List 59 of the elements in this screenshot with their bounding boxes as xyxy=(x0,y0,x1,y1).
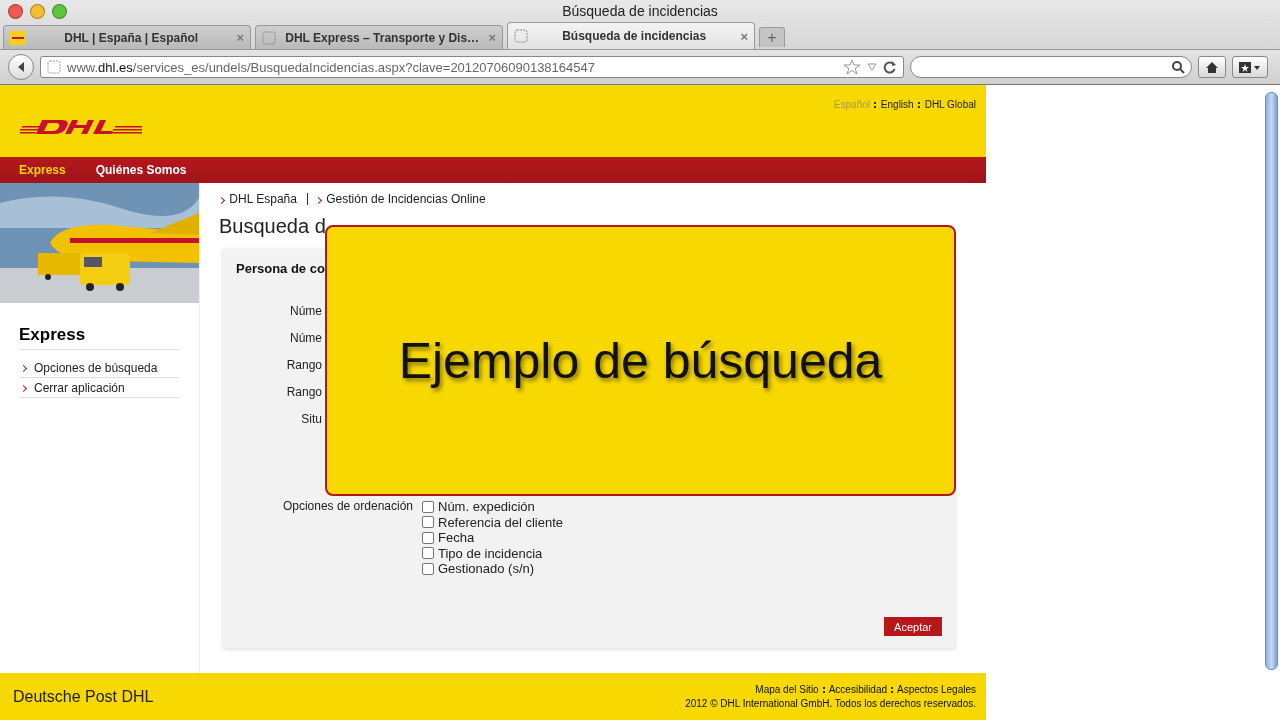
browser-tab[interactable]: DHL Express – Transporte y Dis… × xyxy=(255,25,503,49)
back-button[interactable] xyxy=(8,54,34,80)
reload-icon[interactable] xyxy=(883,60,897,74)
field-label: Núme xyxy=(290,304,322,318)
page-title: Busqueda d xyxy=(219,215,327,238)
close-tab-button[interactable]: × xyxy=(740,28,748,44)
checkbox[interactable] xyxy=(422,562,434,575)
section-title: Persona de co xyxy=(236,261,326,276)
checkbox-label: Tipo de incidencia xyxy=(438,545,543,561)
dhl-logo[interactable] xyxy=(20,118,142,136)
footer-link[interactable]: Aspectos Legales xyxy=(897,684,976,695)
checkbox-label: Núm. expedición xyxy=(438,499,535,515)
window-title: Búsqueda de incidencias xyxy=(562,3,718,19)
sidebar-heading: Express xyxy=(19,325,179,350)
checkbox[interactable] xyxy=(422,516,434,529)
checkbox-label: Fecha xyxy=(438,530,475,546)
close-button[interactable] xyxy=(8,3,23,19)
site-icon xyxy=(47,60,61,74)
browser-tab[interactable]: Búsqueda de incidencias × xyxy=(507,22,755,49)
checkbox[interactable] xyxy=(422,500,434,513)
checkbox-label: Referencia del cliente xyxy=(438,514,564,530)
bookmark-star-icon[interactable] xyxy=(843,59,861,75)
nav-tab[interactable]: Quiénes Somos xyxy=(95,163,187,177)
field-label: Rango xyxy=(286,358,322,372)
caption-text: Ejemplo de búsqueda xyxy=(398,331,883,390)
zoom-button[interactable] xyxy=(52,3,67,19)
minimize-button[interactable] xyxy=(30,3,45,19)
footer-link[interactable]: Mapa del Sitio xyxy=(755,684,819,695)
language-link[interactable]: DHL Global xyxy=(924,99,976,110)
search-field[interactable] xyxy=(910,56,1192,78)
scrollbar[interactable] xyxy=(1265,92,1278,670)
blank-page-icon xyxy=(262,30,276,45)
search-icon xyxy=(1171,60,1185,74)
language-link[interactable]: English xyxy=(880,99,914,110)
address-bar[interactable]: www.dhl.es/services_es/undels/BusquedaIncidencias.aspx?clave=20120706090138164547 xyxy=(40,56,904,78)
dropdown-icon[interactable] xyxy=(867,63,877,71)
brand-name: Deutsche Post DHL xyxy=(13,687,154,706)
field-label: Rango xyxy=(286,385,322,399)
home-icon xyxy=(1205,60,1219,74)
dhl-logo-icon xyxy=(10,30,26,45)
home-button[interactable] xyxy=(1198,56,1226,78)
nav-tab[interactable]: Express xyxy=(19,163,66,177)
checkbox[interactable] xyxy=(422,547,434,560)
sidebar-link[interactable]: Opciones de búsqueda xyxy=(19,358,179,378)
bookmarks-button[interactable] xyxy=(1232,56,1268,78)
checkbox-label: Gestionado (s/n) xyxy=(438,561,535,577)
breadcrumb-link[interactable]: Gestión de Incidencias Online xyxy=(315,192,486,206)
field-label: Núme xyxy=(290,331,322,345)
sidebar-link[interactable]: Cerrar aplicación xyxy=(19,378,179,398)
copyright-text: 2012 © DHL International GmbH. Todos los derechos reservados. xyxy=(685,698,976,709)
bookmark-menu-icon xyxy=(1238,60,1262,74)
field-label: Opciones de ordenación xyxy=(282,499,413,513)
checkbox[interactable] xyxy=(422,531,434,544)
breadcrumb-link[interactable]: DHL España xyxy=(219,192,297,206)
browser-tab[interactable]: DHL | España | Español × xyxy=(3,25,251,49)
footer-link[interactable]: Accesibilidad xyxy=(828,684,888,695)
field-label: Situ xyxy=(301,412,322,426)
blank-page-icon xyxy=(514,29,528,43)
accept-button[interactable]: Aceptar xyxy=(884,617,942,636)
